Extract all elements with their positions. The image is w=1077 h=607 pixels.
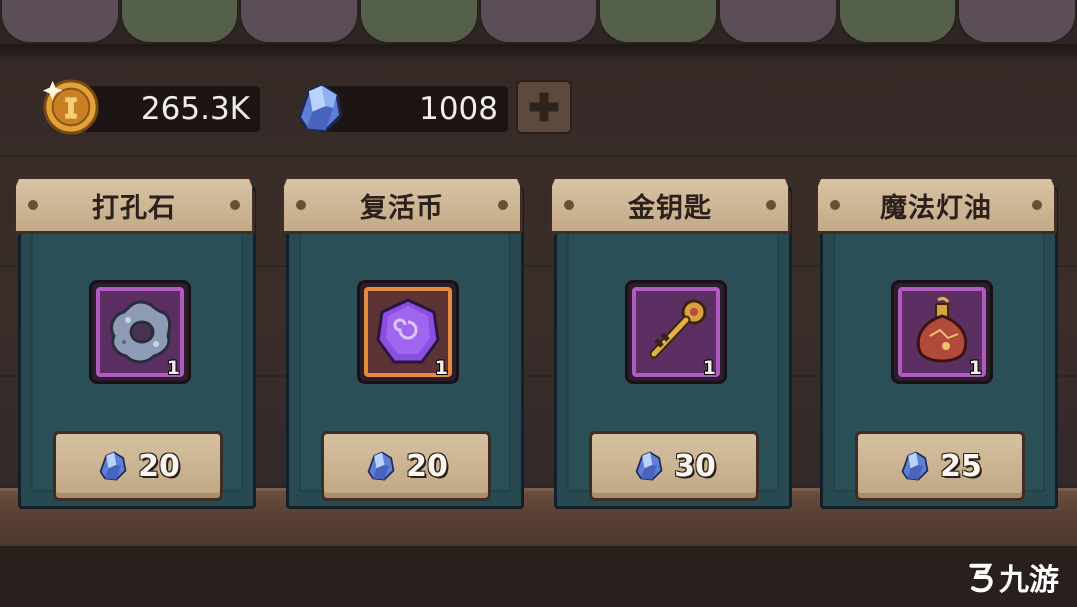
item-quantity: 1 [968, 357, 982, 379]
watermark-text: 九游 [999, 563, 1059, 598]
gold-coin-icon [42, 78, 100, 136]
item-name: 打孔石 [92, 192, 176, 224]
item-price: 20 [138, 448, 180, 484]
crystal-gem-icon [635, 451, 663, 481]
buy-button[interactable]: 30 [589, 431, 759, 501]
item-name: 复活币 [360, 192, 444, 224]
item-slot[interactable]: 1 [891, 280, 993, 384]
plus-icon [529, 92, 559, 122]
logo-icon [969, 563, 993, 593]
item-name-sign: 金钥匙 [549, 176, 791, 234]
crystal-gem-icon [367, 451, 395, 481]
item-quantity: 1 [434, 357, 448, 379]
item-price: 20 [406, 448, 448, 484]
item-quantity: 1 [166, 357, 180, 379]
shop-item-card[interactable]: 金钥匙 1 30 [549, 176, 792, 509]
item-price: 30 [674, 448, 716, 484]
item-name: 魔法灯油 [880, 192, 992, 224]
buy-button[interactable]: 20 [321, 431, 491, 501]
buy-button[interactable]: 25 [855, 431, 1025, 501]
shop-item-card[interactable]: 复活币 1 20 [281, 176, 524, 509]
crystal-gem-icon [901, 451, 929, 481]
coin-amount: 265.3K [140, 91, 250, 127]
item-name: 金钥匙 [628, 192, 712, 224]
item-name-sign: 打孔石 [13, 176, 255, 234]
item-name-sign: 魔法灯油 [815, 176, 1057, 234]
item-price: 25 [940, 448, 982, 484]
shop-item-card[interactable]: 魔法灯油 1 25 [815, 176, 1058, 509]
crystal-gem-icon [99, 451, 127, 481]
watermark: 九游 [965, 555, 1059, 599]
crystal-gem-icon [292, 80, 348, 136]
item-name-sign: 复活币 [281, 176, 523, 234]
shop-item-card[interactable]: 打孔石 1 20 [13, 176, 256, 509]
gem-amount: 1008 [419, 91, 498, 127]
shop-awning [0, 0, 1077, 50]
item-slot[interactable]: 1 [89, 280, 191, 384]
item-slot[interactable]: 1 [625, 280, 727, 384]
item-quantity: 1 [702, 357, 716, 379]
buy-button[interactable]: 20 [53, 431, 223, 501]
item-slot[interactable]: 1 [357, 280, 459, 384]
add-gems-button[interactable] [516, 80, 572, 134]
